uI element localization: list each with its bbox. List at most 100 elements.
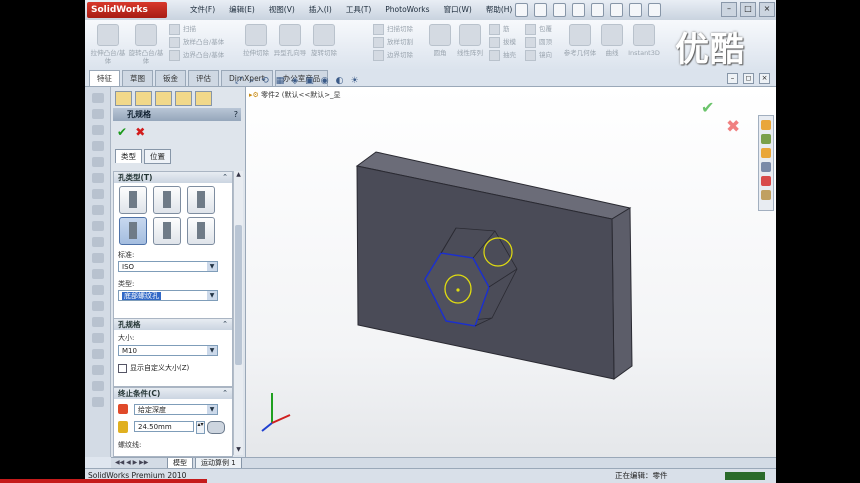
- tool-icon[interactable]: [91, 141, 104, 151]
- measure-icon[interactable]: [207, 421, 225, 434]
- rib-button[interactable]: 筋: [489, 23, 516, 36]
- previous-view-icon[interactable]: ⟲: [261, 76, 269, 86]
- hide-show-icon[interactable]: ◉: [321, 76, 329, 86]
- tool-icon[interactable]: [91, 237, 104, 247]
- close-button[interactable]: ×: [759, 2, 775, 17]
- config-manager-tab-icon[interactable]: [155, 91, 172, 106]
- tool-icon[interactable]: [91, 253, 104, 263]
- options-icon[interactable]: [648, 3, 661, 17]
- maximize-button[interactable]: □: [740, 2, 756, 17]
- instant3d-button[interactable]: Instant3D: [625, 24, 663, 66]
- new-icon[interactable]: [515, 3, 528, 17]
- boundary-cut-button[interactable]: 边界切除: [373, 49, 413, 62]
- tool-icon[interactable]: [91, 365, 104, 375]
- counterbore-button[interactable]: [119, 186, 147, 214]
- tab-sheet-metal[interactable]: 钣金: [155, 70, 186, 86]
- tab-type[interactable]: 类型: [115, 149, 142, 163]
- section-view-icon[interactable]: ▦: [276, 76, 285, 86]
- menu-photoworks[interactable]: PhotoWorks: [378, 0, 436, 20]
- tool-icon[interactable]: [91, 333, 104, 343]
- simple-hole-button[interactable]: [187, 186, 215, 214]
- scene-icon[interactable]: ☀: [350, 76, 358, 86]
- pipe-tap-button[interactable]: [153, 217, 181, 245]
- tool-icon[interactable]: [91, 301, 104, 311]
- tool-icon[interactable]: [91, 125, 104, 135]
- model-canvas[interactable]: ✔ ✖: [246, 87, 776, 457]
- custom-properties-icon[interactable]: [761, 190, 771, 200]
- collapse-icon[interactable]: ⌃: [222, 319, 228, 330]
- collapse-icon[interactable]: ⌃: [222, 388, 228, 399]
- zoom-to-fit-icon[interactable]: ⤢: [235, 76, 242, 86]
- doc-restore-icon[interactable]: ◻: [743, 73, 754, 84]
- scroll-down-icon[interactable]: ▼: [234, 446, 243, 455]
- doc-minimize-icon[interactable]: –: [727, 73, 738, 84]
- tool-icon[interactable]: [91, 317, 104, 327]
- swept-cut-button[interactable]: 扫描切除: [373, 23, 413, 36]
- menu-file[interactable]: 文件(F): [183, 0, 222, 20]
- undo-icon[interactable]: [591, 3, 604, 17]
- print-icon[interactable]: [572, 3, 585, 17]
- menu-edit[interactable]: 编辑(E): [222, 0, 262, 20]
- menu-insert[interactable]: 插入(I): [302, 0, 339, 20]
- mirror-button[interactable]: 镜向: [525, 49, 552, 62]
- doc-close-icon[interactable]: ×: [759, 73, 770, 84]
- tool-icon[interactable]: [91, 381, 104, 391]
- cancel-button[interactable]: ✖: [135, 125, 145, 139]
- appearances-icon[interactable]: [761, 176, 771, 186]
- scroll-up-icon[interactable]: ▲: [234, 171, 243, 180]
- tool-icon[interactable]: [91, 349, 104, 359]
- sweep-button[interactable]: 扫描: [169, 23, 224, 36]
- menu-view[interactable]: 视图(V): [262, 0, 302, 20]
- edit-appearance-icon[interactable]: ◐: [336, 76, 344, 86]
- end-condition-header[interactable]: 终止条件(C) ⌃: [114, 388, 232, 399]
- revolve-boss-button[interactable]: 旋转凸台/基体: [127, 24, 165, 66]
- menu-help[interactable]: 帮助(H): [479, 0, 520, 20]
- help-icon[interactable]: ?: [234, 108, 238, 121]
- tab-sketch[interactable]: 草图: [122, 70, 153, 86]
- linear-pattern-button[interactable]: 线性阵列: [451, 24, 489, 66]
- property-manager-tab-icon[interactable]: [135, 91, 152, 106]
- tool-icon[interactable]: [91, 189, 104, 199]
- hole-spec-header[interactable]: 孔规格 ⌃: [114, 319, 232, 330]
- boundary-boss-button[interactable]: 边界凸台/基体: [169, 49, 224, 62]
- tab-features[interactable]: 特征: [89, 70, 120, 86]
- tool-icon[interactable]: [91, 269, 104, 279]
- tool-icon[interactable]: [91, 205, 104, 215]
- save-icon[interactable]: [553, 3, 566, 17]
- design-library-icon[interactable]: [761, 134, 771, 144]
- size-select[interactable]: M10 ▼: [118, 345, 218, 356]
- wrap-button[interactable]: 包覆: [525, 23, 552, 36]
- display-manager-tab-icon[interactable]: [195, 91, 212, 106]
- tool-icon[interactable]: [91, 397, 104, 407]
- view-orientation-icon[interactable]: ◈: [291, 76, 298, 86]
- tool-icon[interactable]: [91, 157, 104, 167]
- custom-size-checkbox[interactable]: 显示自定义大小(Z): [118, 363, 189, 373]
- scroll-thumb[interactable]: [235, 225, 242, 365]
- tool-icon[interactable]: [91, 221, 104, 231]
- view-palette-icon[interactable]: [761, 162, 771, 172]
- tool-icon[interactable]: [91, 109, 104, 119]
- select-icon[interactable]: [610, 3, 623, 17]
- zoom-area-icon[interactable]: ⌕: [249, 76, 254, 86]
- depth-input[interactable]: 24.50mm: [134, 421, 194, 432]
- collapse-icon[interactable]: ⌃: [222, 172, 228, 183]
- confirm-cancel-icon[interactable]: ✖: [726, 117, 740, 137]
- resources-icon[interactable]: [761, 120, 771, 130]
- tool-icon[interactable]: [91, 173, 104, 183]
- file-explorer-icon[interactable]: [761, 148, 771, 158]
- tool-icon[interactable]: [91, 93, 104, 103]
- pm-scrollbar[interactable]: ▲ ▼: [233, 171, 243, 455]
- menu-window[interactable]: 窗口(W): [437, 0, 479, 20]
- minimize-button[interactable]: –: [721, 2, 737, 17]
- end-condition-select[interactable]: 给定深度 ▼: [134, 404, 218, 415]
- ok-button[interactable]: ✔: [117, 125, 127, 139]
- tapped-hole-button[interactable]: [119, 217, 147, 245]
- menu-tools[interactable]: 工具(T): [339, 0, 378, 20]
- dimxpert-tab-icon[interactable]: [175, 91, 192, 106]
- graphics-area[interactable]: ▸⚙ 零件2 (默认<<默认>_显 ✔ ✖: [246, 87, 776, 457]
- tab-evaluate[interactable]: 评估: [188, 70, 219, 86]
- type-select[interactable]: 底部螺纹孔 ▼: [118, 290, 218, 301]
- legacy-hole-button[interactable]: [187, 217, 215, 245]
- countersink-button[interactable]: [153, 186, 181, 214]
- tab-scroll-arrows[interactable]: ◀◀ ◀ ▶ ▶▶: [115, 459, 148, 466]
